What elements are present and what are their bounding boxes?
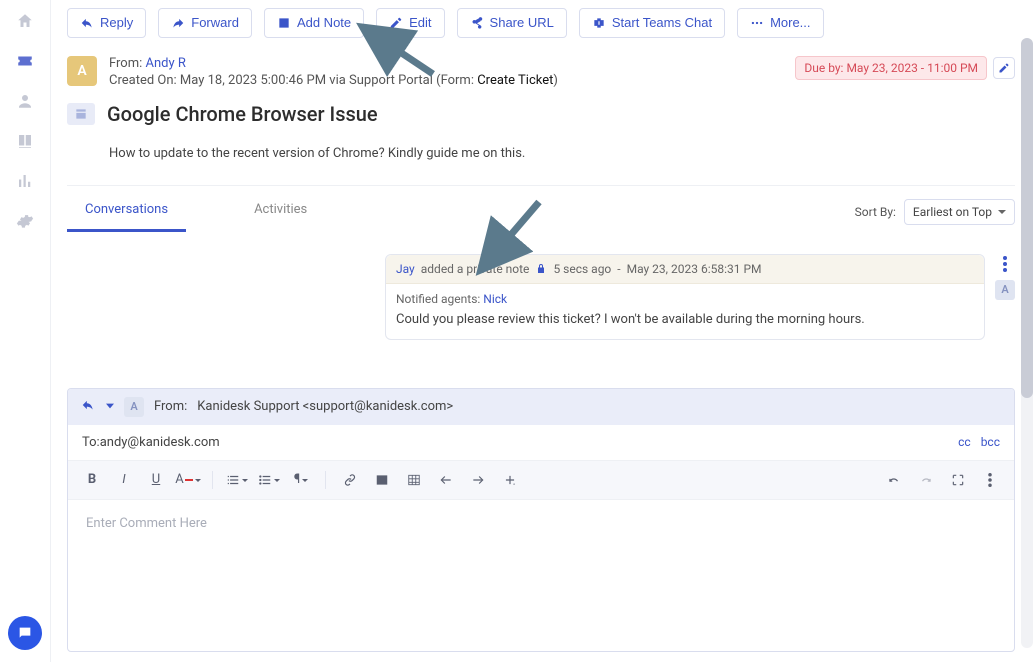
note-dash: -: [617, 262, 620, 276]
indent-button[interactable]: [464, 467, 492, 493]
image-button[interactable]: [368, 467, 396, 493]
from-label: From:: [109, 56, 146, 71]
bcc-button[interactable]: bcc: [981, 435, 1000, 449]
note-added-label: added a private note: [421, 262, 530, 276]
cc-button[interactable]: cc: [958, 435, 971, 449]
note-author[interactable]: Jay: [396, 262, 415, 276]
compose-to-label: To:: [82, 435, 100, 450]
edit-button[interactable]: Edit: [376, 8, 444, 38]
note-timestamp: May 23, 2023 6:58:31 PM: [627, 262, 762, 276]
requester-name[interactable]: Andy R: [146, 56, 186, 71]
outdent-button[interactable]: [432, 467, 460, 493]
private-note-card: Jay added a private note 5 secs ago - Ma…: [385, 254, 985, 340]
chat-fab-button[interactable]: [8, 616, 42, 650]
editor-toolbar: B I U A ¶: [68, 461, 1014, 500]
action-toolbar: Reply Forward Add Note Edit Share URL St…: [67, 8, 1015, 38]
note-relative-time: 5 secs ago: [553, 262, 611, 276]
redo-button[interactable]: [912, 467, 940, 493]
edit-label: Edit: [409, 15, 431, 31]
main-panel: Reply Forward Add Note Edit Share URL St…: [50, 0, 1035, 662]
share-url-button[interactable]: Share URL: [457, 8, 567, 38]
created-prefix: Created On:: [109, 73, 180, 88]
lock-icon: [535, 263, 547, 275]
note-agent-avatar: A: [995, 280, 1015, 300]
comment-editor[interactable]: [68, 500, 1014, 651]
toolbar-more-button[interactable]: [976, 467, 1004, 493]
tab-conversations[interactable]: Conversations: [67, 192, 186, 232]
unordered-list-button[interactable]: [255, 467, 283, 493]
edit-due-button[interactable]: [993, 57, 1015, 79]
compose-from-label: From:: [154, 399, 187, 414]
link-button[interactable]: [336, 467, 364, 493]
note-text: Could you please review this ticket? I w…: [396, 312, 974, 327]
insert-more-button[interactable]: [496, 467, 524, 493]
knowledge-icon[interactable]: [16, 132, 34, 150]
notified-agent[interactable]: Nick: [483, 292, 507, 306]
reports-icon[interactable]: [16, 172, 34, 190]
fullscreen-button[interactable]: [944, 467, 972, 493]
underline-button[interactable]: U: [142, 467, 170, 493]
paragraph-button[interactable]: ¶: [287, 467, 315, 493]
form-link[interactable]: Create Ticket: [477, 73, 553, 88]
bold-button[interactable]: B: [78, 467, 106, 493]
created-suffix: ): [553, 73, 558, 88]
sort-label: Sort By:: [855, 205, 896, 219]
sort-select[interactable]: Earliest on Top: [904, 199, 1015, 225]
reply-label: Reply: [100, 15, 133, 31]
compose-from-value: Kanidesk Support <support@kanidesk.com>: [197, 399, 453, 414]
divider: [67, 185, 1015, 186]
forward-label: Forward: [191, 15, 239, 31]
ticket-title: Google Chrome Browser Issue: [107, 102, 378, 126]
home-icon[interactable]: [16, 12, 34, 30]
notified-label: Notified agents:: [396, 292, 483, 306]
share-label: Share URL: [490, 15, 554, 31]
tabs: Conversations Activities: [67, 192, 325, 232]
italic-button[interactable]: I: [110, 467, 138, 493]
form-icon: [67, 103, 95, 125]
settings-gear-icon[interactable]: [16, 212, 34, 230]
table-button[interactable]: [400, 467, 428, 493]
add-note-label: Add Note: [297, 15, 351, 31]
ordered-list-button[interactable]: [223, 467, 251, 493]
ticket-body: How to update to the recent version of C…: [109, 146, 1015, 161]
reply-composer: A From: Kanidesk Support <support@kanide…: [67, 388, 1015, 652]
undo-button[interactable]: [880, 467, 908, 493]
tab-activities[interactable]: Activities: [236, 192, 325, 232]
add-note-button[interactable]: Add Note: [264, 8, 364, 38]
teams-chat-button[interactable]: Start Teams Chat: [579, 8, 725, 38]
scrollbar-thumb[interactable]: [1021, 38, 1033, 398]
contacts-icon[interactable]: [16, 92, 34, 110]
compose-to-value[interactable]: andy@kanidesk.com: [100, 435, 220, 450]
font-color-button[interactable]: A: [174, 467, 202, 493]
reply-mode-caret-icon[interactable]: [106, 399, 114, 414]
note-menu-button[interactable]: [997, 254, 1013, 274]
requester-avatar: A: [67, 56, 97, 86]
tickets-icon[interactable]: [16, 52, 34, 70]
reply-mode-icon[interactable]: [80, 398, 96, 416]
forward-button[interactable]: Forward: [158, 8, 252, 38]
more-button[interactable]: More...: [737, 8, 823, 38]
reply-button[interactable]: Reply: [67, 8, 146, 38]
sidebar: [0, 0, 50, 662]
ticket-header: A From: Andy R Created On: May 18, 2023 …: [67, 56, 1015, 88]
due-by-badge: Due by: May 23, 2023 - 11:00 PM: [795, 56, 987, 80]
created-value: May 18, 2023 5:00:46 PM via Support Port…: [180, 73, 477, 88]
more-label: More...: [770, 15, 810, 31]
teams-label: Start Teams Chat: [612, 15, 712, 31]
compose-from-avatar: A: [124, 397, 144, 417]
